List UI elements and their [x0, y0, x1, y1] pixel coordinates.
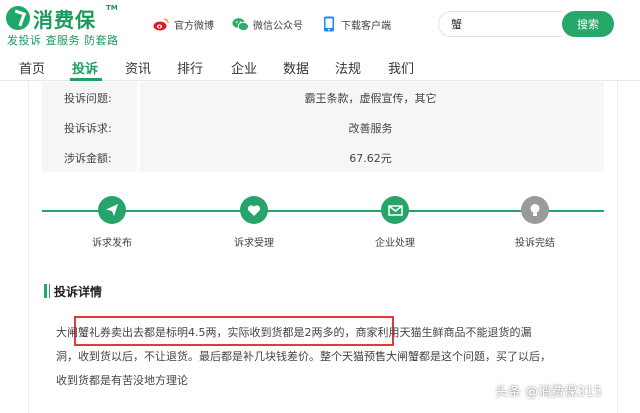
- info-value: 67.62元: [349, 152, 392, 165]
- weibo-icon: [153, 17, 170, 32]
- nav-about-us[interactable]: 我们: [388, 58, 414, 77]
- brand-name: 消费保: [33, 8, 96, 32]
- weibo-link[interactable]: 官方微博: [153, 15, 214, 33]
- progress-line: [42, 210, 604, 212]
- search-button[interactable]: 搜索: [562, 11, 614, 37]
- watermark: 头条 @消费保315: [495, 385, 602, 400]
- top-header: 消费保 TM 发投诉 查服务 防套路 官方微博 微信公众号 下载客户端 搜索: [0, 0, 640, 50]
- nav-news[interactable]: 资讯: [125, 58, 151, 77]
- details-line: 洞，收到货以后，不让退货。最后都是补几块钱差价。整个天猫预售大闸蟹都是这个问题，…: [56, 350, 551, 363]
- heart-icon: [240, 196, 268, 224]
- brand-tm: TM: [106, 4, 118, 12]
- nav-home[interactable]: 首页: [19, 58, 45, 77]
- section-marker-thin: [49, 284, 50, 298]
- nav-ranking[interactable]: 排行: [177, 58, 203, 77]
- send-icon: [98, 196, 126, 224]
- download-app-link[interactable]: 下载客户端: [320, 15, 391, 33]
- step-label-completed: 投诉完结: [515, 238, 555, 249]
- info-key: 投诉问题:: [64, 92, 112, 105]
- info-key: 涉诉金额:: [64, 152, 112, 165]
- wechat-icon: [232, 17, 249, 32]
- info-row-amount: 涉诉金额: 67.62元: [42, 142, 604, 172]
- brand-logo[interactable]: 消费保 TM 发投诉 查服务 防套路: [6, 4, 126, 47]
- nav-regulations[interactable]: 法规: [335, 58, 361, 77]
- nav-complaints[interactable]: 投诉: [72, 58, 98, 77]
- info-value: 改善服务: [348, 122, 393, 135]
- info-key: 投诉诉求:: [64, 122, 112, 135]
- mail-icon: [381, 196, 409, 224]
- wechat-link[interactable]: 微信公众号: [232, 15, 303, 33]
- wechat-label: 微信公众号: [253, 20, 303, 32]
- section-marker: [44, 284, 47, 298]
- info-row-demand: 投诉诉求: 改善服务: [42, 112, 604, 142]
- weibo-label: 官方微博: [174, 20, 214, 32]
- info-row-issue: 投诉问题: 霸王条款，虚假宣传，其它: [42, 82, 604, 112]
- nav-data[interactable]: 数据: [283, 58, 309, 77]
- details-line: 大闸蟹礼券卖出去都是标明4.5两，实际收到货都是2两多的，商家利用天猫生鲜商品不…: [56, 326, 532, 339]
- phone-icon: [320, 16, 337, 32]
- details-title: 投诉详情: [54, 285, 103, 299]
- step-label-published: 诉求发布: [92, 238, 132, 249]
- nav-companies[interactable]: 企业: [231, 58, 257, 77]
- main-nav: 首页 投诉 资讯 排行 企业 数据 法规 我们: [0, 54, 640, 81]
- search-input[interactable]: [438, 11, 562, 37]
- step-label-accepted: 诉求受理: [234, 238, 274, 249]
- step-label-processing: 企业处理: [375, 238, 415, 249]
- info-value: 霸王条款，虚假宣传，其它: [304, 92, 437, 105]
- download-app-label: 下载客户端: [341, 20, 391, 32]
- logo-mark-icon: [6, 6, 30, 30]
- brand-slogan: 发投诉 查服务 防套路: [7, 34, 119, 47]
- bulb-icon: [521, 196, 549, 224]
